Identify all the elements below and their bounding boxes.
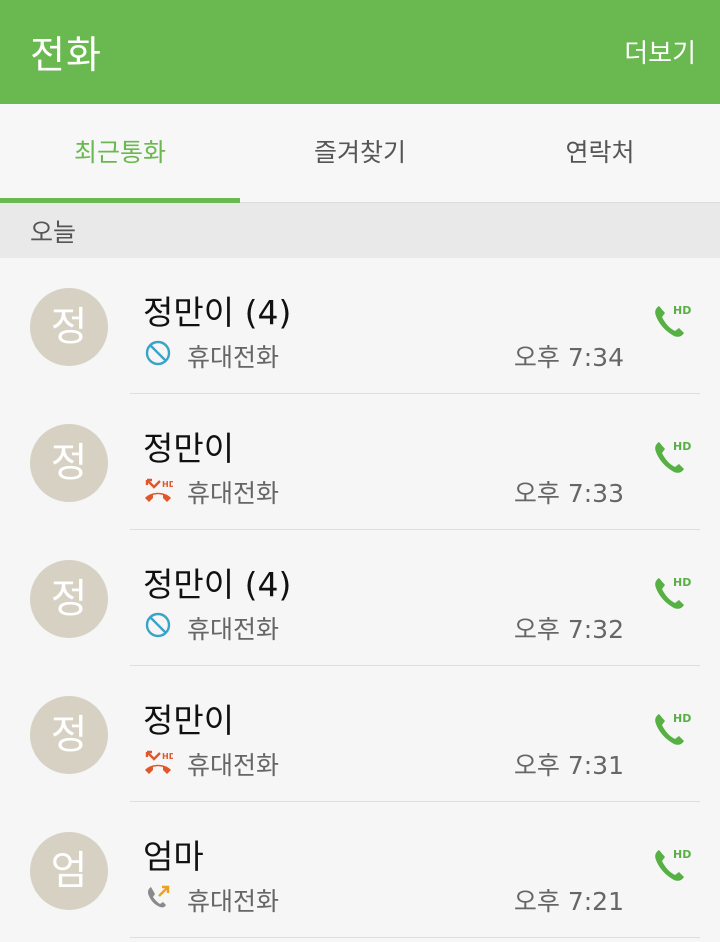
svg-text:HD: HD [673,576,691,589]
svg-text:HD: HD [162,752,173,761]
phone-type-label: 휴대전화 [187,751,280,780]
call-log-row[interactable]: 정 정만이 (4) 휴대전화 오후 7:34 HD [0,258,720,394]
call-time: 오후 7:33 [513,479,624,508]
hd-call-icon[interactable]: HD [650,844,694,888]
contact-name: 정만이 (4) [143,293,292,332]
app-title: 전화 [30,33,102,77]
call-time: 오후 7:21 [513,887,624,916]
missed-call-hd-icon: HD [145,478,173,502]
phone-type-label: 휴대전화 [187,615,280,644]
tab-favorites[interactable]: 즐겨찾기 [240,104,480,202]
contact-name: 정만이 (4) [143,565,292,604]
hd-call-icon[interactable]: HD [650,300,694,344]
call-log-row[interactable]: 정 정만이 (4) 휴대전화 오후 7:32 HD [0,530,720,666]
svg-text:HD: HD [673,712,691,725]
phone-type-label: 휴대전화 [187,887,280,916]
blocked-icon [145,340,171,366]
call-log-row[interactable]: 엄 엄마 휴대전화 오후 7:21 HD [0,802,720,938]
tab-recent-calls[interactable]: 최근통화 [0,104,240,202]
tab-contacts[interactable]: 연락처 [480,104,720,202]
call-time: 오후 7:31 [513,751,624,780]
contact-name: 정만이 [143,429,235,468]
phone-type-label: 휴대전화 [187,343,280,372]
row-divider [130,937,700,938]
call-time: 오후 7:34 [513,343,624,372]
call-log-row[interactable]: 정 정만이 HD 휴대전화 오후 7:33 HD [0,394,720,530]
blocked-icon [145,612,171,638]
app-bar: 전화 더보기 [0,0,720,104]
missed-call-hd-icon: HD [145,750,173,774]
phone-type-label: 휴대전화 [187,479,280,508]
tab-bar: 최근통화 즐겨찾기 연락처 [0,104,720,203]
hd-call-icon[interactable]: HD [650,708,694,752]
avatar[interactable]: 정 [30,288,108,366]
section-header: 오늘 [0,203,720,258]
contact-name: 엄마 [143,837,204,876]
call-log-list: 정 정만이 (4) 휴대전화 오후 7:34 HD 정 정만이 HD 휴대전화 … [0,258,720,938]
section-header-label: 오늘 [30,218,77,247]
svg-text:HD: HD [162,480,173,489]
avatar[interactable]: 정 [30,424,108,502]
hd-call-icon[interactable]: HD [650,436,694,480]
avatar[interactable]: 정 [30,560,108,638]
outgoing-call-icon [147,885,170,908]
call-time: 오후 7:32 [513,615,624,644]
call-log-row[interactable]: 정 정만이 HD 휴대전화 오후 7:31 HD [0,666,720,802]
more-button[interactable]: 더보기 [624,33,696,70]
contact-name: 정만이 [143,701,235,740]
svg-text:HD: HD [673,304,691,317]
svg-text:HD: HD [673,848,691,861]
hd-call-icon[interactable]: HD [650,572,694,616]
avatar[interactable]: 정 [30,696,108,774]
avatar[interactable]: 엄 [30,832,108,910]
svg-text:HD: HD [673,440,691,453]
